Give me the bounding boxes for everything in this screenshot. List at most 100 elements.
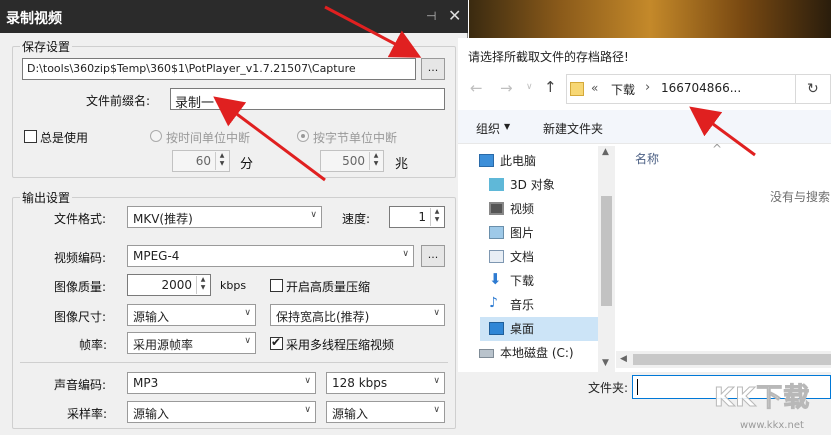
browse-path-button[interactable]: ...: [421, 58, 445, 80]
nav-item-label: 本地磁盘 (C:): [500, 346, 574, 360]
content-horizontal-scrollbar[interactable]: ◀: [616, 351, 831, 368]
new-folder-button[interactable]: 新建文件夹: [543, 120, 603, 137]
watermark-logo: KK下载: [714, 383, 811, 414]
folder-content-pane[interactable]: 名称 ^ 没有与搜索: [616, 142, 831, 351]
back-arrow-icon[interactable]: ←: [470, 79, 483, 97]
desktop-icon: [489, 322, 504, 335]
image-size-label: 图像尺寸:: [54, 310, 107, 324]
nav-item-music[interactable]: ♪ 音乐: [480, 293, 598, 317]
channels-value: 源输入: [332, 407, 369, 421]
speed-spinner[interactable]: 1 ▲ ▼: [389, 206, 445, 228]
audio-bitrate-select[interactable]: 128 kbps ∨: [326, 372, 445, 394]
video-codec-value: MPEG-4: [133, 249, 180, 263]
nav-item-this-pc[interactable]: 此电脑: [470, 149, 588, 173]
image-size-select[interactable]: 源输入 ∨: [127, 304, 256, 326]
close-icon[interactable]: ✕: [448, 6, 461, 25]
aspect-ratio-select[interactable]: 保持宽高比(推荐) ∨: [270, 304, 445, 326]
nav-item-label: 文档: [510, 250, 535, 264]
computer-icon: [479, 154, 494, 167]
folder-picker-dialog: 请选择所截取文件的存档路径! ← → ∨ ↑ « 下载 › 166704866.…: [458, 38, 831, 435]
spin-arrows-icon[interactable]: ▲ ▼: [196, 276, 209, 294]
chevron-down-icon: ∨: [304, 405, 311, 415]
format-select[interactable]: MKV(推荐) ∨: [127, 206, 322, 228]
scroll-up-icon[interactable]: ▲: [602, 147, 609, 157]
hq-compress-checkbox[interactable]: [270, 279, 283, 292]
up-arrow-icon[interactable]: ↑: [544, 78, 557, 96]
folder-dialog-title: 请选择所截取文件的存档路径!: [468, 50, 629, 64]
size-value: 500: [342, 154, 365, 168]
scrollbar-thumb[interactable]: [601, 196, 612, 306]
audio-codec-select[interactable]: MP3 ∨: [127, 372, 316, 394]
spin-arrows-icon[interactable]: ▲ ▼: [369, 152, 382, 170]
watermark-url: www.kkx.net: [740, 420, 804, 431]
refresh-button[interactable]: ↻: [796, 74, 831, 104]
breadcrumb-current-folder[interactable]: 166704866...: [661, 81, 741, 95]
column-header-name[interactable]: 名称: [635, 150, 659, 167]
fps-select[interactable]: 采用源帧率 ∨: [127, 332, 256, 354]
chevron-down-icon: ∨: [244, 308, 251, 318]
chevron-down-icon: ▼: [504, 122, 511, 131]
chevron-down-icon: ∨: [310, 210, 317, 220]
chevron-down-icon: ∨: [402, 249, 409, 259]
nav-item-label: 此电脑: [500, 154, 537, 168]
nav-item-desktop[interactable]: 桌面: [480, 317, 598, 341]
chevron-down-icon: ∨: [433, 376, 440, 386]
cube-icon: [489, 178, 504, 191]
time-value: 60: [195, 154, 211, 168]
nav-item-documents[interactable]: 文档: [480, 245, 598, 269]
navigation-bar: ← → ∨ ↑ « 下载 › 166704866... ↻: [458, 66, 831, 110]
prefix-input[interactable]: 录制一: [170, 88, 445, 110]
nav-item-downloads[interactable]: ⬇ 下载: [480, 269, 598, 293]
chevron-down-icon: ∨: [244, 336, 251, 346]
quality-spinner[interactable]: 2000 ▲ ▼: [127, 274, 211, 296]
address-bar[interactable]: « 下载 › 166704866...: [566, 74, 796, 104]
scroll-down-icon[interactable]: ▼: [602, 358, 609, 368]
organize-menu[interactable]: 组织: [476, 120, 500, 137]
nav-item-local-disk[interactable]: 本地磁盘 (C:): [470, 341, 588, 365]
split-by-time-radio[interactable]: [150, 130, 162, 142]
nav-item-label: 桌面: [510, 322, 535, 336]
divider: [20, 362, 448, 363]
chevron-down-icon[interactable]: ∨: [526, 82, 533, 92]
nav-item-videos[interactable]: 视频: [480, 197, 598, 221]
scroll-left-icon[interactable]: ◀: [620, 354, 627, 364]
always-use-checkbox[interactable]: [24, 130, 37, 143]
split-by-size-radio[interactable]: [297, 130, 309, 142]
folder-icon: [570, 82, 584, 96]
nav-item-pictures[interactable]: 图片: [480, 221, 598, 245]
codec-options-button[interactable]: ...: [421, 245, 445, 267]
video-codec-label: 视频编码:: [54, 251, 107, 265]
aspect-ratio-value: 保持宽高比(推荐): [276, 310, 370, 324]
spin-arrows-icon[interactable]: ▲ ▼: [215, 152, 228, 170]
breadcrumb-overflow[interactable]: «: [591, 81, 598, 95]
record-video-dialog: 录制视频 ⊣ ✕ 保存设置 D:\tools\360zip$Temp\360$1…: [0, 0, 468, 435]
fps-value: 采用源帧率: [133, 338, 194, 352]
dialog-titlebar: 录制视频 ⊣ ✕: [0, 0, 468, 33]
folder-name-label: 文件夹:: [588, 381, 629, 395]
video-codec-select[interactable]: MPEG-4 ∨: [127, 245, 414, 267]
multithread-checkbox[interactable]: [270, 335, 283, 350]
chevron-down-icon: ∨: [433, 308, 440, 318]
chevron-down-icon: ∨: [433, 405, 440, 415]
size-spinner[interactable]: 500 ▲ ▼: [320, 150, 384, 172]
breadcrumb-downloads[interactable]: 下载: [611, 81, 635, 98]
quality-label: 图像质量:: [54, 280, 107, 294]
forward-arrow-icon[interactable]: →: [500, 79, 513, 97]
samplerate-select[interactable]: 源输入 ∨: [127, 401, 316, 423]
pin-icon[interactable]: ⊣: [426, 9, 436, 23]
save-path-field[interactable]: D:\tools\360zip$Temp\360$1\PotPlayer_v1.…: [22, 58, 416, 80]
format-value: MKV(推荐): [133, 212, 193, 226]
scrollbar-thumb[interactable]: [633, 354, 831, 365]
music-icon: ♪: [489, 295, 498, 311]
channels-select[interactable]: 源输入 ∨: [326, 401, 445, 423]
nav-item-3d-objects[interactable]: 3D 对象: [480, 173, 598, 197]
drive-icon: [479, 349, 494, 358]
time-spinner[interactable]: 60 ▲ ▼: [172, 150, 230, 172]
sort-chevron-icon: ^: [712, 142, 723, 156]
nav-pane-scrollbar[interactable]: ▲ ▼: [598, 146, 615, 372]
download-arrow-icon: ⬇: [489, 270, 502, 288]
nav-item-label: 3D 对象: [510, 178, 555, 192]
spin-arrows-icon[interactable]: ▲ ▼: [430, 208, 443, 226]
audio-codec-label: 声音编码:: [54, 378, 107, 392]
split-by-size-label: 按字节单位中断: [313, 131, 398, 145]
